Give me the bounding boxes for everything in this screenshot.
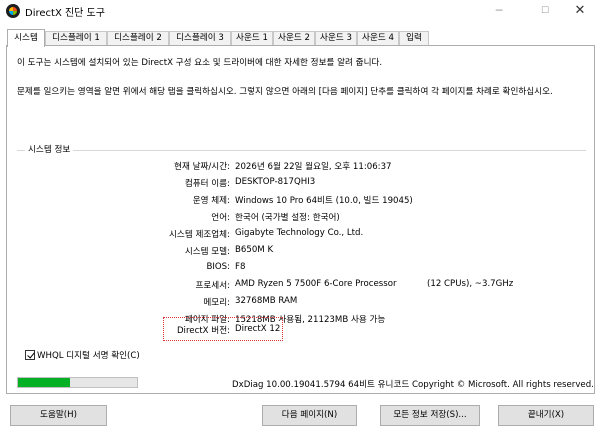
date-time-value: 2026년 6월 22일 월요일, 오후 11:06:37 [235, 162, 392, 172]
computer-name-value: DESKTOP-817QHI3 [235, 177, 316, 187]
tab-input[interactable]: 입력 [399, 31, 429, 46]
close-icon[interactable]: ✕ [557, 0, 602, 22]
whql-checkbox[interactable]: WHQL 디지털 서명 확인(C) [25, 349, 140, 361]
tab-sound-3[interactable]: 사운드 3 [315, 31, 357, 46]
bios-label: BIOS: [206, 262, 230, 272]
model-value: B650M K [235, 245, 274, 255]
minimize-icon[interactable]: ─ [476, 0, 522, 22]
version-copyright: DxDiag 10.00.19041.5794 64비트 유니코드 Copyri… [232, 380, 594, 390]
processor-label: 프로세서: [195, 281, 230, 291]
os-label: 운영 체제: [192, 196, 230, 206]
computer-name-label: 컴퓨터 이름: [184, 179, 230, 189]
directx-icon [6, 4, 20, 18]
tab-display-3[interactable]: 디스플레이 3 [169, 31, 231, 46]
manufacturer-value: Gigabyte Technology Co., Ltd. [235, 228, 364, 238]
tab-display-1[interactable]: 디스플레이 1 [45, 31, 107, 46]
progress-fill [18, 378, 71, 387]
help-button[interactable]: 도움말(H) [10, 405, 107, 426]
memory-value: 32768MB RAM [235, 296, 298, 306]
next-page-button[interactable]: 다음 페이지(N) [262, 405, 357, 426]
manufacturer-label: 시스템 제조업체: [169, 230, 230, 240]
os-value: Windows 10 Pro 64비트 (10.0, 빌드 19045) [235, 196, 413, 206]
tab-sound-2[interactable]: 사운드 2 [273, 31, 315, 46]
tab-system[interactable]: 시스템 [7, 29, 45, 47]
title-bar: DirectX 진단 도구 ─ ☐ ✕ [0, 0, 602, 22]
bios-value: F8 [235, 262, 246, 272]
whql-label: WHQL 디지털 서명 확인(C) [37, 351, 140, 361]
language-value: 한국어 (국가별 설정: 한국어) [235, 213, 340, 223]
directx-version-label: DirectX 버전: [176, 326, 230, 336]
system-info-label: 시스템 정보 [25, 143, 74, 155]
date-time-label: 현재 날짜/시간: [174, 162, 230, 172]
model-label: 시스템 모델: [184, 247, 230, 257]
tab-display-2[interactable]: 디스플레이 2 [107, 31, 169, 46]
intro-instructions: 문제를 일으키는 영역을 알면 위에서 해당 탭을 클릭하십시오. 그렇지 않으… [17, 87, 553, 97]
checkbox-check-icon[interactable] [25, 350, 35, 360]
directx-version-value: DirectX 12 [235, 324, 281, 334]
save-all-info-button[interactable]: 모든 정보 저장(S)... [380, 405, 480, 426]
tab-sound-4[interactable]: 사운드 4 [357, 31, 399, 46]
window-title: DirectX 진단 도구 [25, 8, 105, 19]
processor-cpus-value: (12 CPUs), ~3.7GHz [427, 279, 514, 289]
progress-bar [17, 377, 138, 388]
intro-text: 이 도구는 시스템에 설치되어 있는 DirectX 구성 요소 및 드라이버에… [17, 58, 383, 68]
tab-sound-1[interactable]: 사운드 1 [231, 31, 273, 46]
memory-label: 메모리: [203, 298, 230, 308]
exit-button[interactable]: 끝내기(X) [498, 405, 594, 426]
language-label: 언어: [211, 213, 230, 223]
processor-value: AMD Ryzen 5 7500F 6-Core Processor [235, 279, 397, 289]
